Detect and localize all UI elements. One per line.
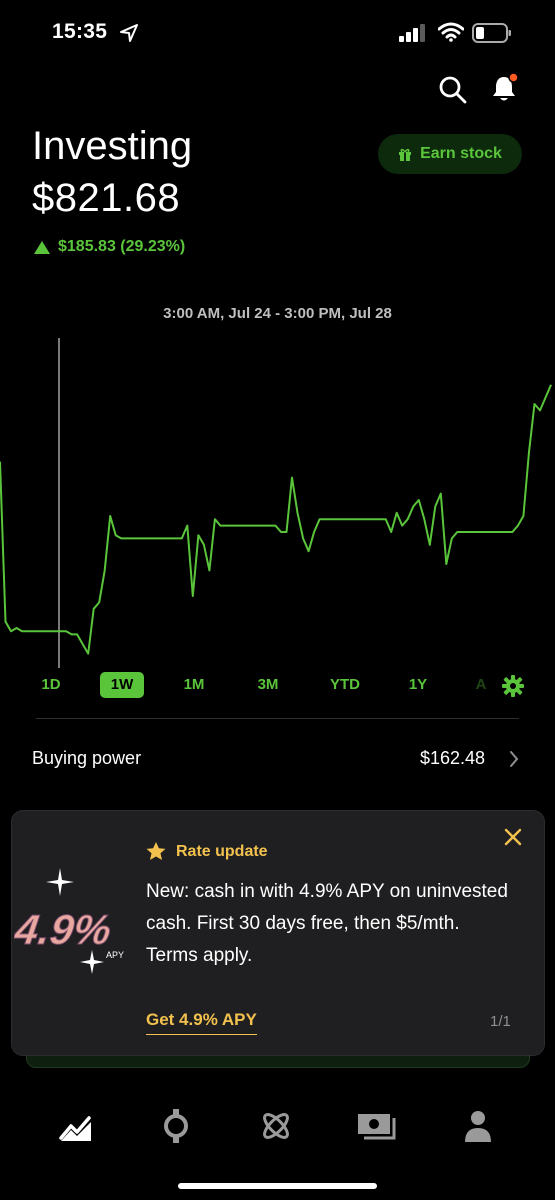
period-all[interactable]: A xyxy=(472,672,490,698)
notifications-bell-icon[interactable] xyxy=(488,72,520,104)
chart-line-icon[interactable] xyxy=(58,1108,94,1144)
rate-update-title: Rate update xyxy=(146,842,268,861)
gift-icon xyxy=(399,148,412,161)
chart-range-label: 3:00 AM, Jul 24 - 3:00 PM, Jul 28 xyxy=(163,305,392,322)
earn-stock-label: Earn stock xyxy=(420,145,502,162)
bottom-tab-bar xyxy=(0,1100,555,1160)
get-apy-link[interactable]: Get 4.9% APY xyxy=(146,1010,257,1035)
atom-icon[interactable] xyxy=(258,1108,294,1144)
section-divider xyxy=(36,718,519,719)
status-time: 15:35 xyxy=(52,20,108,43)
apy-badge-sub: APY xyxy=(106,950,124,960)
portfolio-line-chart[interactable] xyxy=(0,330,555,670)
chevron-right-icon[interactable] xyxy=(508,750,520,768)
buying-power-label[interactable]: Buying power xyxy=(32,748,141,769)
wifi-icon xyxy=(438,22,464,42)
profile-icon[interactable] xyxy=(462,1108,494,1144)
period-3m[interactable]: 3M xyxy=(250,672,286,698)
rate-update-body: New: cash in with 4.9% APY on uninvested… xyxy=(146,881,508,966)
portfolio-change-text: $185.83 (29.23%) xyxy=(58,238,186,255)
close-icon[interactable] xyxy=(504,828,522,846)
home-indicator xyxy=(178,1183,377,1189)
chart-settings-gear-icon[interactable] xyxy=(502,675,524,697)
card-pager: 1/1 xyxy=(490,1013,511,1030)
location-arrow-icon xyxy=(120,24,138,42)
apy-badge-text: 4.9% xyxy=(14,906,114,953)
portfolio-series-line xyxy=(0,384,552,655)
buying-power-value[interactable]: $162.48 xyxy=(420,748,485,769)
up-triangle-icon xyxy=(34,240,50,254)
period-1m[interactable]: 1M xyxy=(176,672,212,698)
battery-icon xyxy=(472,23,511,43)
search-icon[interactable] xyxy=(437,74,469,106)
period-1w[interactable]: 1W xyxy=(100,672,144,698)
period-1d[interactable]: 1D xyxy=(34,672,68,698)
portfolio-change: $185.83 (29.23%) xyxy=(34,238,185,256)
page-title: Investing xyxy=(32,124,193,168)
period-ytd[interactable]: YTD xyxy=(322,672,368,698)
rate-update-title-text: Rate update xyxy=(176,842,268,860)
earn-stock-button[interactable]: Earn stock xyxy=(378,134,522,174)
star-icon xyxy=(146,842,166,860)
period-1y[interactable]: 1Y xyxy=(402,672,434,698)
period-selector: 1D 1W 1M 3M YTD 1Y A xyxy=(0,672,555,698)
cash-icon[interactable] xyxy=(356,1108,398,1144)
portfolio-value: $821.68 xyxy=(32,176,181,220)
cellular-signal-icon xyxy=(399,24,425,42)
apy-badge-illustration: 4.9% APY xyxy=(14,868,124,974)
crypto-coin-icon[interactable] xyxy=(158,1108,194,1144)
